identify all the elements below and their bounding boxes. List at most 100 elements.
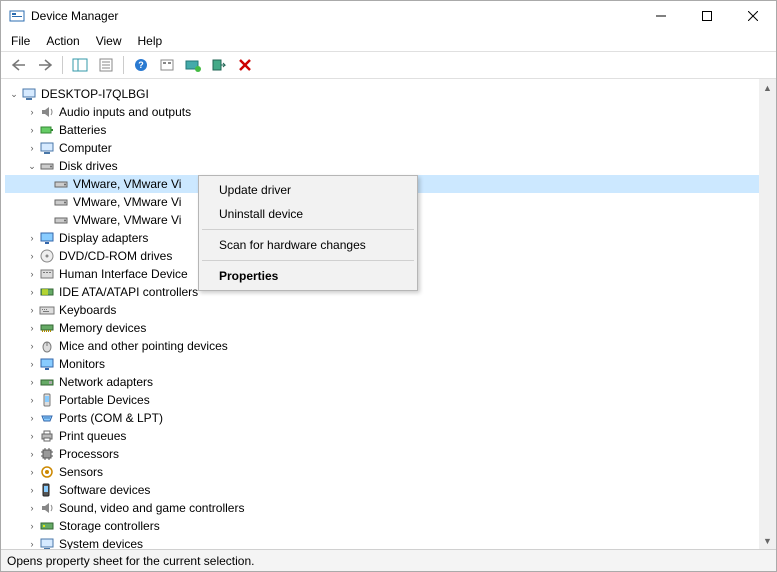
tree-label: Network adapters (59, 373, 153, 391)
cpu-icon (39, 446, 55, 462)
minimize-button[interactable] (638, 1, 684, 31)
back-button[interactable] (7, 54, 31, 76)
tree-item-mice[interactable]: ›Mice and other pointing devices (5, 337, 772, 355)
tree-item-sound[interactable]: › Sound, video and game controllers (5, 499, 772, 517)
chevron-right-icon[interactable]: › (25, 141, 39, 155)
device-tree[interactable]: ⌄ DESKTOP-I7QLBGI › Audio inputs and out… (1, 79, 776, 549)
tree-label: Software devices (59, 481, 150, 499)
tree-label: Portable Devices (59, 391, 150, 409)
tree-item-monitors[interactable]: › Monitors (5, 355, 772, 373)
tree-label: Storage controllers (59, 517, 160, 535)
chevron-down-icon[interactable]: ⌄ (7, 87, 21, 101)
tree-item-network[interactable]: › Network adapters (5, 373, 772, 391)
help-icon[interactable]: ? (129, 54, 153, 76)
chevron-right-icon[interactable]: › (25, 501, 39, 515)
menubar: File Action View Help (1, 31, 776, 51)
menu-item-properties[interactable]: Properties (201, 264, 415, 288)
chevron-right-icon[interactable]: › (25, 393, 39, 407)
svg-text:?: ? (138, 60, 144, 70)
tree-item-system[interactable]: › System devices (5, 535, 772, 549)
maximize-button[interactable] (684, 1, 730, 31)
tree-label: Processors (59, 445, 119, 463)
content-area: ⌄ DESKTOP-I7QLBGI › Audio inputs and out… (1, 79, 776, 549)
tree-label: Display adapters (59, 229, 148, 247)
update-driver-icon[interactable] (181, 54, 205, 76)
scroll-up-icon[interactable]: ▲ (759, 79, 776, 96)
tree-label: IDE ATA/ATAPI controllers (59, 283, 198, 301)
menu-item-uninstall-device[interactable]: Uninstall device (201, 202, 415, 226)
tree-item-computer[interactable]: › Computer (5, 139, 772, 157)
chevron-right-icon[interactable]: › (25, 267, 39, 281)
tree-label: Monitors (59, 355, 105, 373)
tree-label: DESKTOP-I7QLBGI (41, 85, 149, 103)
tree-item-ports[interactable]: ›Ports (COM & LPT) (5, 409, 772, 427)
window-title: Device Manager (31, 9, 638, 23)
chevron-right-icon[interactable]: › (25, 105, 39, 119)
computer-icon (21, 86, 37, 102)
tree-label: VMware, VMware Vi (73, 175, 181, 193)
app-icon (9, 8, 25, 24)
tree-label: Sound, video and game controllers (59, 499, 244, 517)
menu-item-scan-hardware[interactable]: Scan for hardware changes (201, 233, 415, 257)
action-icon[interactable] (155, 54, 179, 76)
scroll-down-icon[interactable]: ▼ (759, 532, 776, 549)
tree-label: Print queues (59, 427, 126, 445)
chevron-right-icon[interactable]: › (25, 303, 39, 317)
show-hide-console-tree-icon[interactable] (68, 54, 92, 76)
chevron-down-icon[interactable]: ⌄ (25, 159, 39, 173)
chevron-right-icon[interactable]: › (25, 429, 39, 443)
tree-item-audio[interactable]: › Audio inputs and outputs (5, 103, 772, 121)
chevron-right-icon[interactable]: › (25, 447, 39, 461)
toolbar: ? (1, 51, 776, 79)
chevron-right-icon[interactable]: › (25, 285, 39, 299)
chevron-right-icon[interactable]: › (25, 231, 39, 245)
chevron-right-icon[interactable]: › (25, 465, 39, 479)
tree-item-sensors[interactable]: ›Sensors (5, 463, 772, 481)
chevron-right-icon[interactable]: › (25, 537, 39, 549)
audio-icon (39, 104, 55, 120)
tree-item-processors[interactable]: › Processors (5, 445, 772, 463)
chevron-right-icon[interactable]: › (25, 411, 39, 425)
vertical-scrollbar[interactable]: ▲ ▼ (759, 79, 776, 549)
tree-label: Batteries (59, 121, 106, 139)
disk-icon (39, 158, 55, 174)
chevron-right-icon[interactable]: › (25, 519, 39, 533)
tree-item-batteries[interactable]: › Batteries (5, 121, 772, 139)
chevron-right-icon[interactable]: › (25, 375, 39, 389)
network-icon (39, 374, 55, 390)
uninstall-icon[interactable] (233, 54, 257, 76)
chevron-right-icon[interactable]: › (25, 123, 39, 137)
tree-item-portable[interactable]: › Portable Devices (5, 391, 772, 409)
forward-button[interactable] (33, 54, 57, 76)
menu-action[interactable]: Action (46, 34, 79, 48)
tree-item-keyboards[interactable]: ›Keyboards (5, 301, 772, 319)
menu-help[interactable]: Help (138, 34, 163, 48)
properties-icon[interactable] (94, 54, 118, 76)
tree-item-storage[interactable]: › Storage controllers (5, 517, 772, 535)
portable-icon (39, 392, 55, 408)
software-icon (39, 482, 55, 498)
tree-item-memory[interactable]: ›Memory devices (5, 319, 772, 337)
disk-icon (53, 176, 69, 192)
sensor-icon (39, 464, 55, 480)
chevron-right-icon[interactable]: › (25, 357, 39, 371)
menu-file[interactable]: File (11, 34, 30, 48)
chevron-right-icon[interactable]: › (25, 483, 39, 497)
tree-item-disk-drives[interactable]: ⌄ Disk drives (5, 157, 772, 175)
scan-hardware-icon[interactable] (207, 54, 231, 76)
chevron-right-icon[interactable]: › (25, 249, 39, 263)
tree-item-software[interactable]: › Software devices (5, 481, 772, 499)
tree-root[interactable]: ⌄ DESKTOP-I7QLBGI (5, 85, 772, 103)
chevron-right-icon[interactable]: › (25, 339, 39, 353)
tree-item-print[interactable]: › Print queues (5, 427, 772, 445)
chevron-right-icon[interactable]: › (25, 321, 39, 335)
ports-icon (39, 410, 55, 426)
close-button[interactable] (730, 1, 776, 31)
display-icon (39, 230, 55, 246)
mouse-icon (39, 338, 55, 354)
hid-icon (39, 266, 55, 282)
status-text: Opens property sheet for the current sel… (7, 554, 254, 568)
menu-item-update-driver[interactable]: Update driver (201, 178, 415, 202)
menu-view[interactable]: View (96, 34, 122, 48)
tree-label: System devices (59, 535, 143, 549)
